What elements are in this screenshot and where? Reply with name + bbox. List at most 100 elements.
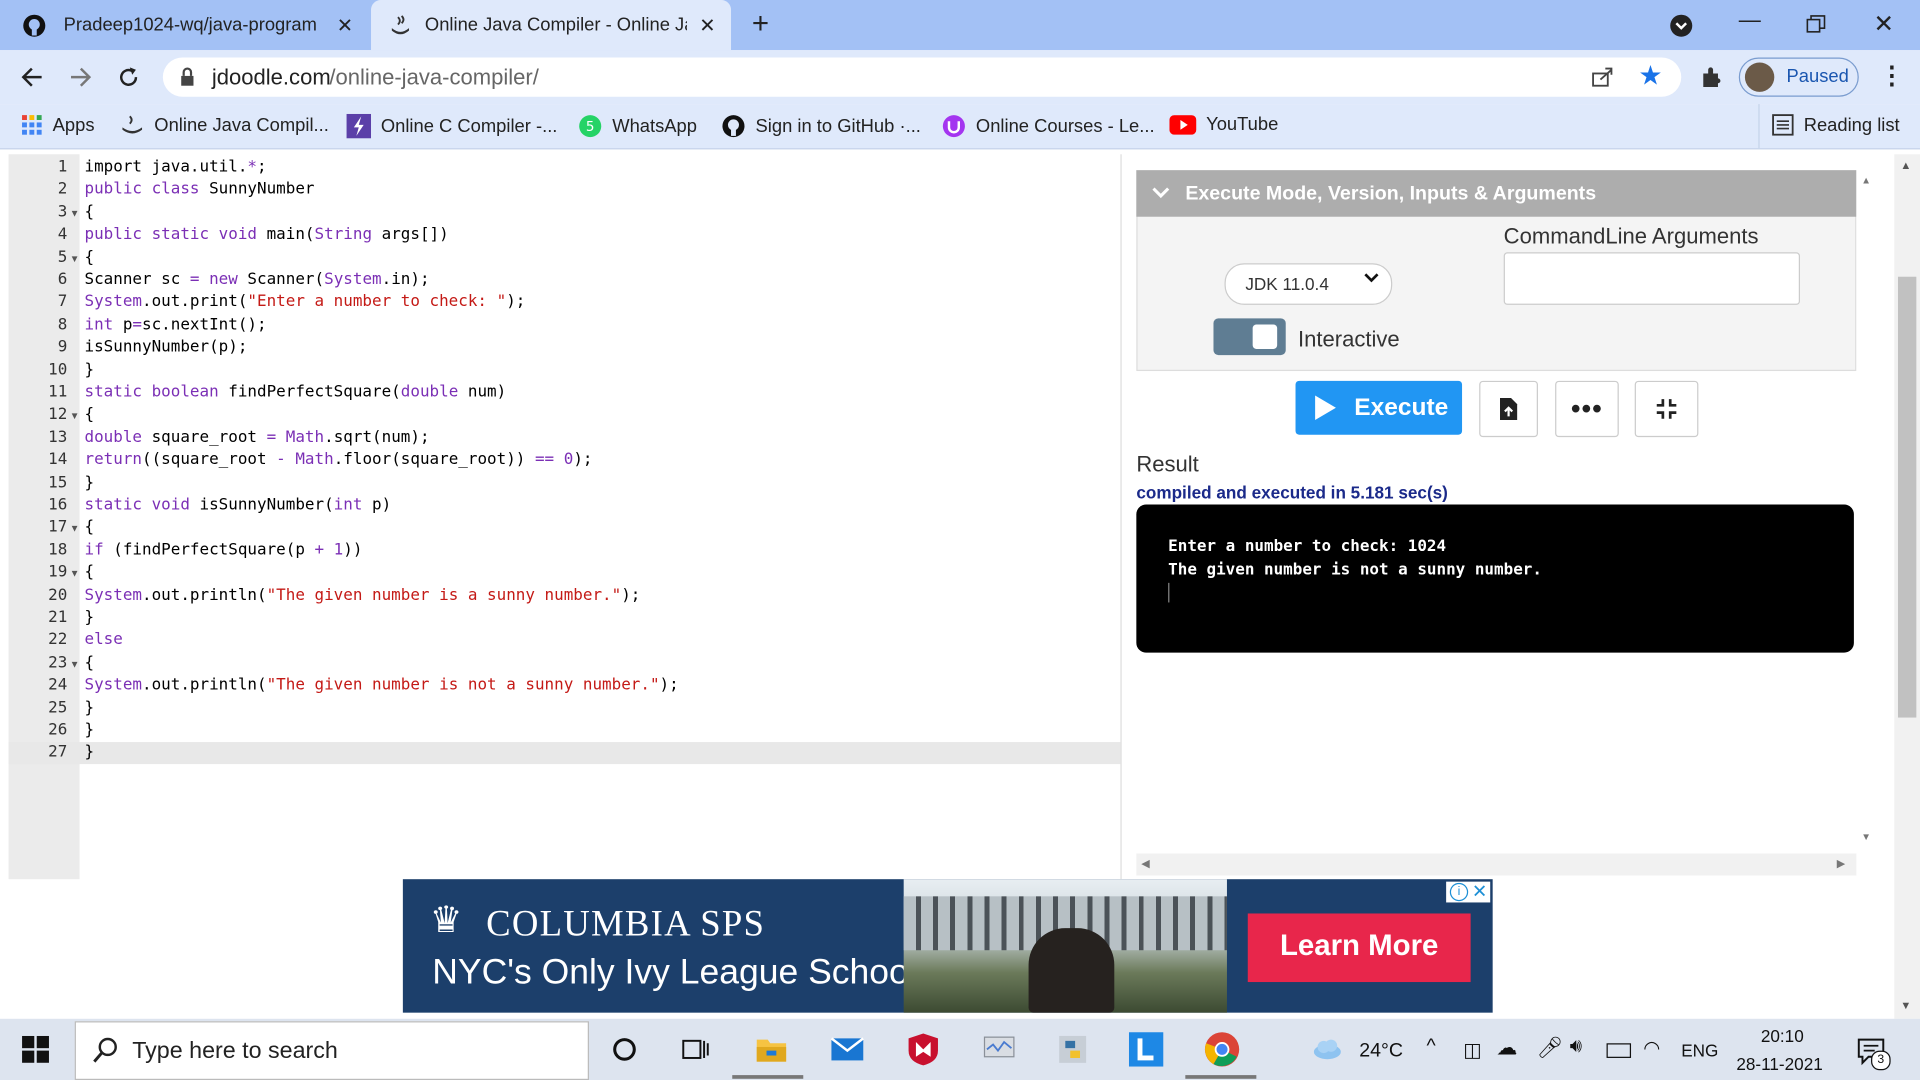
profile-button[interactable]: Paused <box>1738 57 1859 97</box>
battery-icon[interactable] <box>1606 1043 1632 1058</box>
advertisement-banner[interactable]: ♛ COLUMBIA SPS NYC's Only Ivy League Sch… <box>402 879 1493 1013</box>
bookmark-github[interactable]: Sign in to GitHub ·... <box>721 114 921 138</box>
forward-icon[interactable] <box>69 65 93 89</box>
reload-icon[interactable] <box>116 65 140 89</box>
code-line[interactable]: { <box>84 654 94 672</box>
menu-kebab-icon[interactable]: ⋮ <box>1880 60 1904 91</box>
more-options-button[interactable]: ••• <box>1555 380 1619 438</box>
clock-time[interactable]: 20:10 <box>1761 1026 1804 1046</box>
task-view-icon[interactable] <box>676 1030 715 1069</box>
scrollbar-thumb[interactable] <box>1897 276 1917 718</box>
collapse-button[interactable] <box>1634 380 1699 438</box>
code-line[interactable]: if (findPerfectSquare(p + 1)) <box>84 541 362 559</box>
notification-center-icon[interactable]: 3 <box>1856 1036 1891 1074</box>
code-line[interactable]: { <box>84 406 94 424</box>
mcafee-icon[interactable] <box>904 1030 943 1069</box>
bookmark-youtube[interactable]: YouTube <box>1169 114 1278 135</box>
code-line[interactable]: public class SunnyNumber <box>84 180 314 198</box>
onedrive-icon[interactable]: ☁ <box>1496 1036 1517 1060</box>
code-line[interactable]: import java.util.*; <box>84 158 266 176</box>
clock-date[interactable]: 28-11-2021 <box>1736 1054 1822 1074</box>
code-line[interactable]: { <box>84 518 94 536</box>
tab-github[interactable]: Pradeep1024-wq/java-program ✕ <box>22 0 365 50</box>
ad-cta-button[interactable]: Learn More <box>1247 913 1471 983</box>
code-line[interactable]: double square_root = Math.sqrt(num); <box>84 428 429 446</box>
code-line[interactable]: static boolean findPerfectSquare(double … <box>84 383 506 401</box>
scroll-right-icon[interactable]: ▶ <box>1837 857 1845 870</box>
tab-search-icon[interactable] <box>1669 13 1693 37</box>
volume-icon[interactable]: 🔊︎ <box>1570 1036 1582 1058</box>
cortana-icon[interactable] <box>605 1030 644 1069</box>
lock-icon[interactable] <box>180 67 195 87</box>
code-line[interactable]: public static void main(String args[]) <box>84 226 448 244</box>
code-line[interactable]: System.out.println("The given number is … <box>84 586 640 604</box>
scroll-up-icon[interactable]: ▲ <box>1900 159 1911 171</box>
bookmark-java-compiler[interactable]: Online Java Compil... <box>120 114 329 136</box>
file-explorer-icon[interactable] <box>752 1030 791 1069</box>
close-tab-icon[interactable]: ✕ <box>699 13 715 37</box>
output-console[interactable]: Enter a number to check: 1024 The given … <box>1136 504 1854 653</box>
code-line[interactable]: { <box>84 248 94 266</box>
bookmark-whatsapp[interactable]: 5 WhatsApp <box>578 114 697 138</box>
code-line[interactable]: int p=sc.nextInt(); <box>84 316 266 334</box>
code-line[interactable]: } <box>84 609 94 627</box>
panel-horizontal-scrollbar[interactable]: ◀ ▶ <box>1136 853 1857 876</box>
fold-arrow-icon[interactable]: ▼ <box>70 659 80 670</box>
code-line[interactable]: } <box>84 473 94 491</box>
code-line[interactable]: System.out.println("The given number is … <box>84 676 678 694</box>
fold-arrow-icon[interactable]: ▼ <box>70 568 80 579</box>
meet-now-icon[interactable]: ◫ <box>1463 1038 1482 1062</box>
scroll-up-icon[interactable]: ▲ <box>1861 175 1871 186</box>
tab-jdoodle[interactable]: Online Java Compiler - Online Ja ✕ <box>371 0 732 51</box>
upload-file-button[interactable] <box>1479 380 1538 438</box>
bookmark-star-icon[interactable]: ★ <box>1638 60 1662 92</box>
close-tab-icon[interactable]: ✕ <box>337 13 353 37</box>
fold-arrow-icon[interactable]: ▼ <box>70 411 80 422</box>
address-bar[interactable]: jdoodle.com /online-java-compiler/ ★ <box>162 57 1682 97</box>
ad-info-icon[interactable]: i <box>1449 882 1469 902</box>
scroll-left-icon[interactable]: ◀ <box>1141 857 1149 870</box>
code-line[interactable]: static void isSunnyNumber(int p) <box>84 496 391 514</box>
code-line[interactable]: System.out.print("Enter a number to chec… <box>84 293 525 311</box>
code-line[interactable]: return((square_root - Math.floor(square_… <box>84 451 592 469</box>
code-line[interactable]: isSunnyNumber(p); <box>84 338 247 356</box>
fold-arrow-icon[interactable]: ▼ <box>70 523 80 534</box>
weather-cloud-icon[interactable] <box>1308 1030 1347 1069</box>
back-icon[interactable] <box>20 65 44 89</box>
bookmark-apps[interactable]: Apps <box>21 114 95 136</box>
code-line[interactable]: else <box>84 631 122 649</box>
code-line[interactable]: } <box>84 721 94 739</box>
code-line[interactable]: } <box>84 744 94 762</box>
code-line[interactable]: { <box>84 563 94 581</box>
close-window-icon[interactable]: ✕ <box>1873 9 1894 40</box>
chrome-icon[interactable] <box>1202 1030 1241 1069</box>
microphone-icon[interactable]: 🎤︎ <box>1537 1036 1563 1060</box>
bookmark-c-compiler[interactable]: Online C Compiler -... <box>346 113 557 139</box>
page-scrollbar[interactable]: ▲ ▼ <box>1894 154 1920 1019</box>
share-icon[interactable] <box>1591 66 1615 88</box>
ad-choices[interactable]: i ✕ <box>1446 880 1491 903</box>
code-line[interactable]: } <box>84 699 94 717</box>
code-line[interactable]: { <box>84 203 94 221</box>
bookmark-udemy[interactable]: Online Courses - Le... <box>942 114 1155 138</box>
fold-arrow-icon[interactable]: ▼ <box>70 208 80 219</box>
execute-options-header[interactable]: Execute Mode, Version, Inputs & Argument… <box>1136 170 1857 217</box>
wifi-icon[interactable]: ◠ <box>1643 1036 1660 1060</box>
extensions-icon[interactable] <box>1700 65 1724 89</box>
language-indicator[interactable]: ENG <box>1681 1041 1718 1061</box>
scroll-down-icon[interactable]: ▼ <box>1900 999 1911 1011</box>
scroll-down-icon[interactable]: ▼ <box>1861 831 1871 842</box>
l-app-icon[interactable] <box>1127 1030 1166 1069</box>
python-icon[interactable] <box>1053 1030 1092 1069</box>
code-line[interactable]: } <box>84 361 94 379</box>
jdk-version-select[interactable]: JDK 11.0.4 <box>1224 263 1393 305</box>
panel-vertical-scrollbar[interactable]: ▲ ▼ <box>1856 170 1879 852</box>
restore-icon[interactable] <box>1806 15 1826 35</box>
monitor-app-icon[interactable] <box>980 1030 1019 1069</box>
windows-start-icon[interactable] <box>16 1030 55 1069</box>
code-editor[interactable]: 1 import java.util.*; 2 public class SunnyN… <box>9 154 1121 879</box>
code-line[interactable]: Scanner sc = new Scanner(System.in); <box>84 271 429 289</box>
fold-arrow-icon[interactable]: ▼ <box>70 253 80 264</box>
ad-close-icon[interactable]: ✕ <box>1472 880 1487 903</box>
cmd-args-input[interactable] <box>1503 252 1801 305</box>
